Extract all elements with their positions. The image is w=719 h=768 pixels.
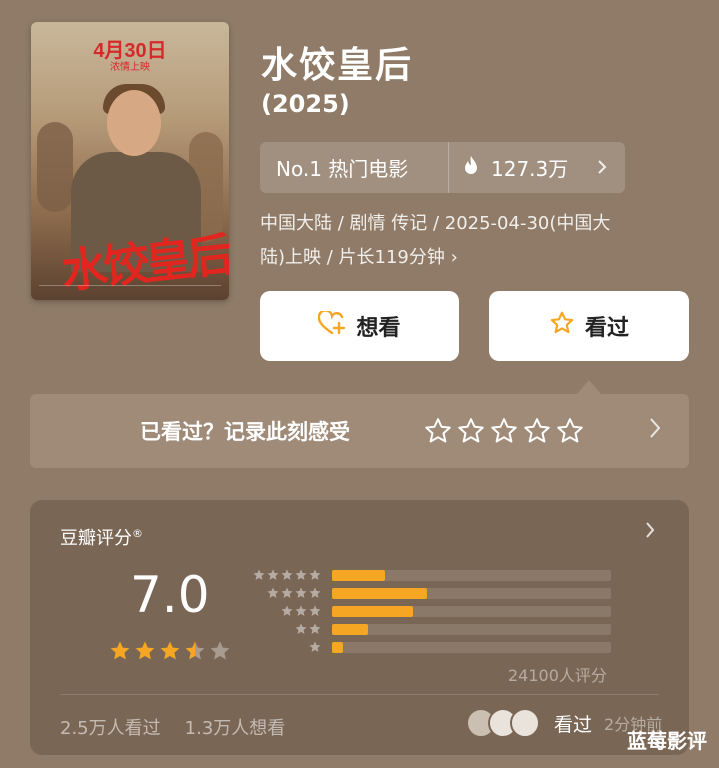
star-small-icon [295,587,307,598]
watched-button[interactable]: 看过 [489,291,689,361]
movie-meta[interactable]: 中国大陆 / 剧情 传记 / 2025-04-30(中国大 陆)上映 / 片长1… [260,207,680,275]
star-small-icon [281,587,293,598]
distribution-bar [332,587,427,599]
heart-plus-icon [318,309,346,341]
distribution-track [332,587,611,599]
poster-figure-face [107,90,161,156]
distribution-stars [252,640,322,654]
distribution-track [332,605,611,617]
want-count: 1.3万人想看 [184,718,286,739]
distribution-row [252,566,611,584]
heat-section[interactable]: 127.3万 [449,153,625,182]
star-small-icon [295,605,307,616]
star-small-icon [309,587,321,598]
divider [60,694,659,695]
star-outline-icon [549,310,575,342]
distribution-stars [252,568,322,582]
flame-icon [463,155,479,180]
distribution-stars [252,622,322,636]
chevron-right-icon[interactable] [649,416,661,446]
star-small-icon [281,569,293,580]
rating-distribution [252,566,611,656]
douban-rating-card[interactable]: 豆瓣评分® 7.0 24100人评分 2.5万人看过 1.3万人想看 看过 2分… [30,500,689,755]
record-prompt: 已看过？记录此刻感受 [140,420,350,444]
distribution-row [252,584,611,602]
rating-title: 豆瓣评分® [60,524,143,550]
distribution-bar [332,641,344,653]
watch-stats: 2.5万人看过 1.3万人想看 [60,714,285,740]
distribution-bar [332,569,385,581]
rating-star-input[interactable] [423,416,585,446]
distribution-track [332,641,611,653]
record-feeling-panel[interactable]: 已看过？记录此刻感受 [30,394,689,468]
star-outline-icon[interactable] [489,416,519,446]
star-small-icon [309,641,321,652]
seen-count: 2.5万人看过 [60,718,161,739]
movie-title: 水饺皇后 [261,45,414,86]
avatar [510,708,540,738]
watermark: 蓝莓影评 [627,729,707,753]
distribution-bar [332,605,413,617]
star-small-icon [309,605,321,616]
friends-label: 看过 [554,713,593,736]
star-filled-icon [110,641,130,660]
score-stars [108,639,232,663]
heat-value: 127.3万 [491,157,569,181]
star-half-icon [185,641,205,660]
distribution-track [332,623,611,635]
star-outline-icon[interactable] [456,416,486,446]
movie-poster[interactable]: 4月30日 浓情上映 水饺皇后 [31,22,229,300]
star-small-icon [309,623,321,634]
seen-label: 看过 [584,316,629,341]
star-empty-icon [210,641,230,660]
meta-line: 中国大陆 / 剧情 传记 / 2025-04-30(中国大 [260,213,611,234]
star-small-icon [267,569,279,580]
star-filled-icon [160,641,180,660]
poster-release-sub: 浓情上映 [110,62,150,73]
popover-caret [577,380,601,394]
chevron-right-icon[interactable] [645,520,655,545]
star-small-icon [281,605,293,616]
star-outline-icon[interactable] [555,416,585,446]
star-small-icon [295,569,307,580]
rating-title-text: 豆瓣评分 [60,528,132,549]
distribution-stars [252,586,322,600]
registered-mark: ® [132,527,143,540]
distribution-bar [332,623,369,635]
star-small-icon [309,569,321,580]
star-small-icon [267,587,279,598]
star-small-icon [295,623,307,634]
rating-count: 24100人评分 [508,666,607,685]
poster-credits [39,285,221,296]
meta-line: 陆)上映 / 片长119分钟 › [260,247,458,268]
distribution-stars [252,604,322,618]
chevron-right-icon [597,156,607,180]
want-to-watch-button[interactable]: 想看 [260,291,459,361]
star-filled-icon [135,641,155,660]
star-outline-icon[interactable] [423,416,453,446]
star-small-icon [253,569,265,580]
distribution-row [252,620,611,638]
movie-year: (2025) [261,90,350,118]
ranking-bar[interactable]: No.1 热门电影 127.3万 [260,142,625,193]
distribution-row [252,602,611,620]
rank-label: No.1 热门电影 [276,157,409,181]
rating-score: 7.0 [130,566,210,624]
distribution-row [252,638,611,656]
want-label: 想看 [356,316,401,341]
poster-figure-left [37,122,73,212]
distribution-track [332,569,611,581]
star-outline-icon[interactable] [522,416,552,446]
